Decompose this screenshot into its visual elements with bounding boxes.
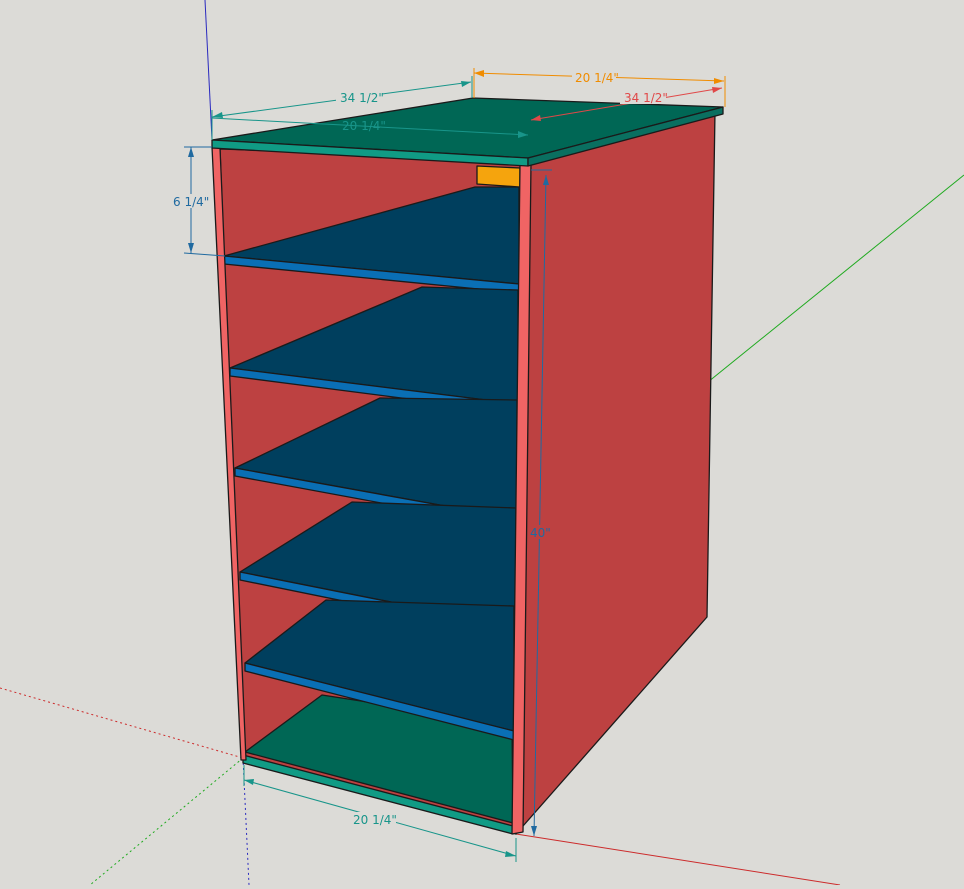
right-side-panel[interactable]: [515, 111, 716, 835]
dim-top-depth-label: 20 1/4": [575, 71, 619, 85]
axis-green-dotted: [89, 757, 244, 886]
cabinet-model-canvas[interactable]: 34 1/2" 20 1/4" 20 1/4" 34 1/2" 6 1/4" 4…: [0, 0, 964, 886]
axis-green: [707, 174, 964, 383]
support-block[interactable]: [476, 165, 521, 188]
dim-height-label: 40": [530, 526, 551, 540]
dim-top-right-length-label: 34 1/2": [624, 91, 668, 105]
axis-red-dotted: [0, 687, 244, 759]
axis-red: [515, 833, 841, 886]
dim-shelf-gap-label: 6 1/4": [173, 195, 209, 209]
dim-top-width-label: 20 1/4": [342, 119, 386, 133]
dim-top-length-label: 34 1/2": [340, 91, 384, 105]
sketchup-viewport[interactable]: 34 1/2" 20 1/4" 20 1/4" 34 1/2" 6 1/4" 4…: [0, 0, 964, 886]
dim-bottom-width-label: 20 1/4": [353, 813, 397, 827]
